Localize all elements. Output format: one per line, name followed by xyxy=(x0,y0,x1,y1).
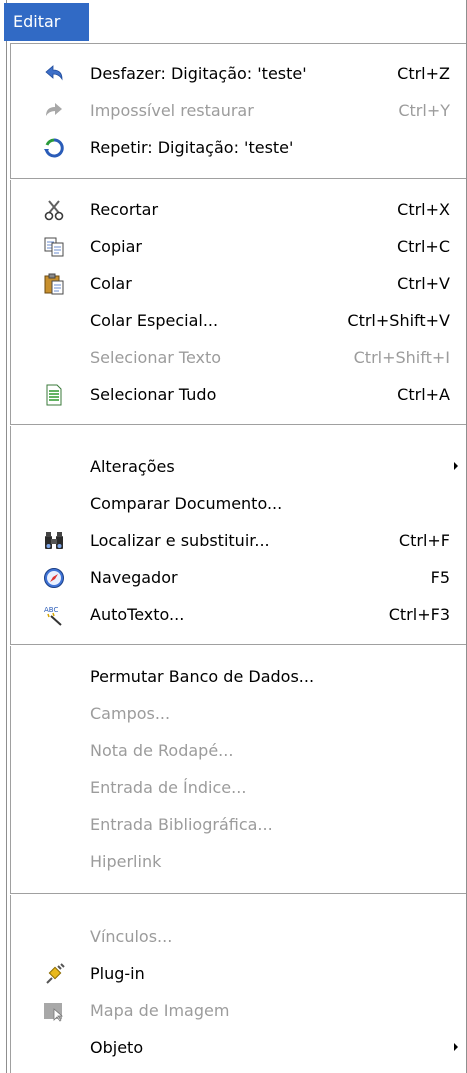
menu-separator xyxy=(10,893,466,895)
menu-item-label: AutoTexto... xyxy=(90,605,185,624)
menu-item-index-entry[interactable]: Entrada de Índice... xyxy=(10,769,466,806)
menu-item-copy[interactable]: Copiar Ctrl+C xyxy=(10,228,466,265)
menu-item-shortcut: Ctrl+F3 xyxy=(388,605,450,624)
menu-item-paste-special[interactable]: Colar Especial... Ctrl+Shift+V xyxy=(10,302,466,339)
menu-item-shortcut: Ctrl+Z xyxy=(397,64,450,83)
menu-item-label: Repetir: Digitação: 'teste' xyxy=(90,138,294,157)
menu-item-label: Vínculos... xyxy=(90,927,173,946)
menu-item-label: Entrada de Índice... xyxy=(90,778,247,797)
compass-icon xyxy=(44,568,64,588)
menu-item-object[interactable]: Objeto xyxy=(10,1029,466,1066)
menu-item-plugin[interactable]: Plug-in xyxy=(10,955,466,992)
menu-separator xyxy=(10,644,466,646)
menu-item-label: Nota de Rodapé... xyxy=(90,741,234,760)
paste-icon xyxy=(44,273,64,295)
image-map-icon xyxy=(44,1003,64,1022)
menu-item-shortcut: Ctrl+Y xyxy=(398,101,450,120)
menu-separator xyxy=(10,178,466,180)
window-edge-left xyxy=(6,0,7,1073)
menu-item-label: Navegador xyxy=(90,568,178,587)
menu-item-shortcut: Ctrl+C xyxy=(396,237,450,256)
menu-item-label: Objeto xyxy=(90,1038,144,1057)
menu-item-paste[interactable]: Colar Ctrl+V xyxy=(10,265,466,302)
menu-item-label: Impossível restaurar xyxy=(90,101,254,120)
menu-item-label: Desfazer: Digitação: 'teste' xyxy=(90,64,307,83)
menu-item-label: Copiar xyxy=(90,237,142,256)
menu-item-select-text[interactable]: Selecionar Texto Ctrl+Shift+I xyxy=(10,339,466,376)
menu-item-label: Comparar Documento... xyxy=(90,494,283,513)
plugin-icon xyxy=(46,963,65,984)
menu-item-label: Selecionar Texto xyxy=(90,348,222,367)
scissors-icon xyxy=(44,200,64,221)
menu-item-navigator[interactable]: Navegador F5 xyxy=(10,559,466,596)
menu-item-shortcut: Ctrl+Shift+V xyxy=(347,311,450,330)
menu-item-hyperlink[interactable]: Hiperlink xyxy=(10,843,466,880)
menu-item-select-all[interactable]: Selecionar Tudo Ctrl+A xyxy=(10,376,466,413)
menu-item-shortcut: Ctrl+A xyxy=(397,385,450,404)
menu-item-image-map[interactable]: Mapa de Imagem xyxy=(10,992,466,1029)
menu-item-repeat[interactable]: Repetir: Digitação: 'teste' xyxy=(10,129,466,166)
menu-item-label: Hiperlink xyxy=(90,852,162,871)
menu-item-links[interactable]: Vínculos... xyxy=(10,918,466,955)
menu-item-undo[interactable]: Desfazer: Digitação: 'teste' Ctrl+Z xyxy=(10,55,466,92)
binoculars-icon xyxy=(45,532,63,549)
autotext-icon: ABC xyxy=(44,606,62,626)
undo-icon xyxy=(45,65,63,81)
submenu-arrow-icon xyxy=(454,462,458,470)
menu-item-redo[interactable]: Impossível restaurar Ctrl+Y xyxy=(10,92,466,129)
submenu-arrow-icon xyxy=(454,1043,458,1051)
menu-item-label: Campos... xyxy=(90,704,171,723)
select-all-icon xyxy=(46,384,62,406)
menu-item-shortcut: Ctrl+F xyxy=(398,531,450,550)
menu-item-changes[interactable]: Alterações xyxy=(10,448,466,485)
menu-item-bibliography-entry[interactable]: Entrada Bibliográfica... xyxy=(10,806,466,843)
repeat-icon xyxy=(44,138,64,158)
menu-item-label: Recortar xyxy=(90,200,159,219)
menu-item-label: Selecionar Tudo xyxy=(90,385,217,404)
menu-item-shortcut: F5 xyxy=(430,568,450,587)
menu-item-shortcut: Ctrl+Shift+I xyxy=(353,348,450,367)
menu-item-label: Localizar e substituir... xyxy=(90,531,270,550)
menu-item-autotext[interactable]: ABC AutoTexto... Ctrl+F3 xyxy=(10,596,466,633)
menu-separator xyxy=(10,424,466,426)
copy-icon xyxy=(44,237,64,257)
menu-item-exchange-database[interactable]: Permutar Banco de Dados... xyxy=(10,658,466,695)
svg-text:ABC: ABC xyxy=(44,606,58,614)
menu-item-shortcut: Ctrl+X xyxy=(397,200,450,219)
menu-item-shortcut: Ctrl+V xyxy=(397,274,450,293)
menu-item-fields[interactable]: Campos... xyxy=(10,695,466,732)
menu-item-label: Colar xyxy=(90,274,132,293)
menu-item-label: Permutar Banco de Dados... xyxy=(90,667,315,686)
menu-item-label: Alterações xyxy=(90,457,175,476)
redo-icon xyxy=(46,103,62,116)
menu-item-label: Entrada Bibliográfica... xyxy=(90,815,273,834)
menu-editar[interactable]: Editar xyxy=(4,3,89,41)
menu-item-label: Plug-in xyxy=(90,964,145,983)
menu-item-label: Colar Especial... xyxy=(90,311,219,330)
menu-item-find-replace[interactable]: Localizar e substituir... Ctrl+F xyxy=(10,522,466,559)
menu-item-compare-document[interactable]: Comparar Documento... xyxy=(10,485,466,522)
menu-item-label: Mapa de Imagem xyxy=(90,1001,230,1020)
menu-item-footnote[interactable]: Nota de Rodapé... xyxy=(10,732,466,769)
menu-item-cut[interactable]: Recortar Ctrl+X xyxy=(10,191,466,228)
